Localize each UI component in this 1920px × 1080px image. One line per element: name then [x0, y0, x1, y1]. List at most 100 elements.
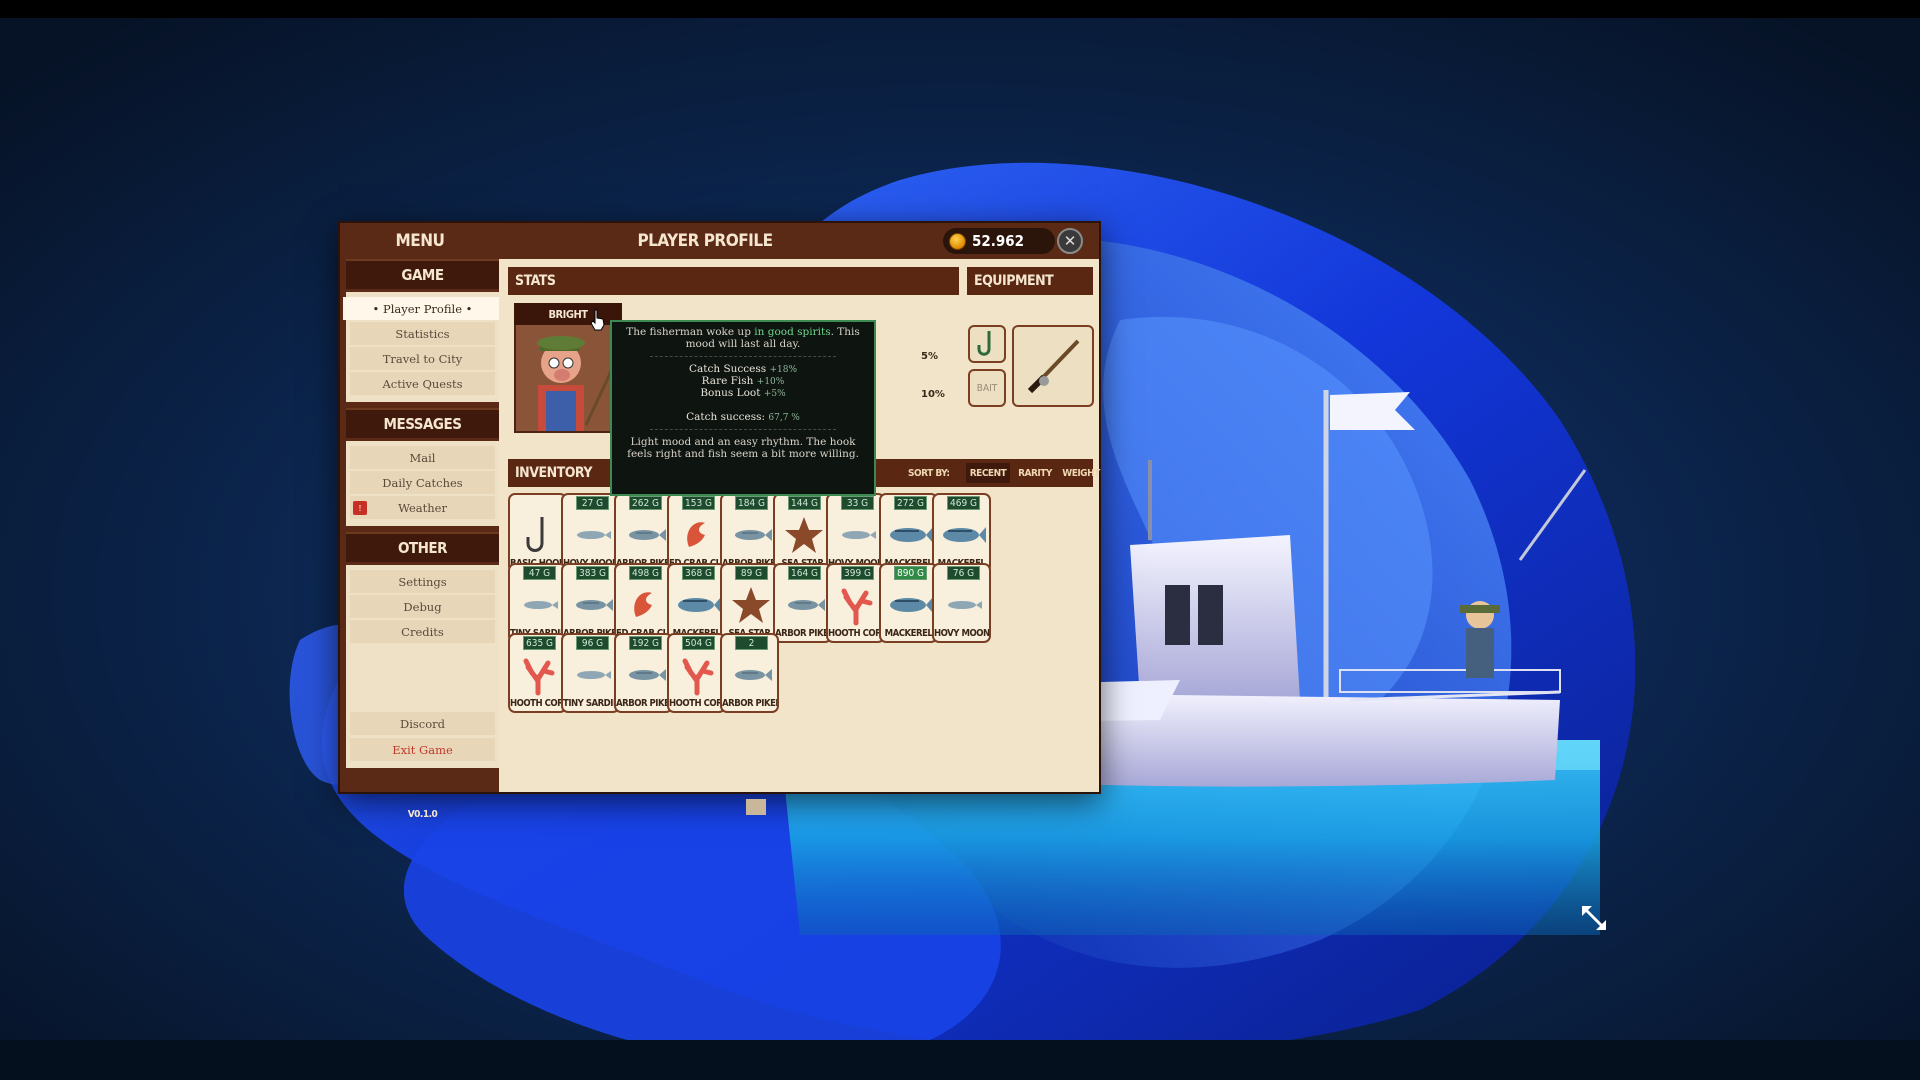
inventory-slot[interactable]: 890 G MACKEREL	[879, 563, 938, 643]
tooltip-effect-catch: Catch Success +18%	[688, 363, 798, 375]
coin-balance: 52.962	[943, 228, 1055, 254]
inventory-slot[interactable]: 153 GED CRAB CLAW	[667, 493, 726, 573]
coin-value: 52.962	[972, 232, 1025, 250]
item-weight-badge: 272 G	[894, 496, 927, 510]
item-weight-badge: 144 G	[788, 496, 821, 510]
inventory-slot[interactable]: 164 G ARBOR PIKELE	[773, 563, 832, 643]
item-weight-badge: 2	[735, 636, 768, 650]
inventory-slot[interactable]: 89 GSEA STAR	[720, 563, 779, 643]
inventory-slot[interactable]: 184 GARBOR PIKELE	[720, 493, 779, 573]
inventory-slot[interactable]: 47 GTINY SARDINE	[508, 563, 567, 643]
game-window: MENU PLAYER PROFILE 52.962 ✕ GAME • Play…	[338, 221, 1103, 820]
tooltip-description: The fisherman woke up in good spirits. T…	[620, 326, 866, 350]
item-weight-badge: 498 G	[629, 566, 662, 580]
section-other-header: OTHER	[346, 532, 499, 562]
inventory-slot[interactable]: 498 GED CRAB CLAW	[614, 563, 673, 643]
notification-badge: !	[353, 501, 367, 515]
close-icon: ✕	[1063, 232, 1077, 250]
item-weight-badge: 890 G	[894, 566, 927, 580]
tooltip-catch-success: Catch success: 67,7 %	[686, 411, 800, 423]
inventory-slot[interactable]: 192 G ARBOR PIKELE	[614, 633, 673, 713]
item-weight-badge: 192 G	[629, 636, 662, 650]
sidebar: GAME • Player Profile • Statistics Trave…	[343, 259, 502, 820]
sort-recent-button[interactable]: RECENT	[966, 463, 1010, 483]
tooltip-effect-bonus: Bonus Loot +5%	[700, 387, 786, 399]
inventory-slot[interactable]: 272 GMACKEREL	[879, 493, 938, 573]
item-weight-badge: 153 G	[682, 496, 715, 510]
sidebar-item-statistics[interactable]: Statistics	[350, 322, 495, 345]
inventory-slot[interactable]: 368 GMACKEREL	[667, 563, 726, 643]
item-weight-badge: 76 G	[947, 566, 980, 580]
page-prev-button[interactable]	[746, 799, 766, 815]
item-weight-badge: 635 G	[523, 636, 556, 650]
item-name: HOOTH CORAL O	[669, 698, 724, 709]
inventory-slot[interactable]: 469 GMACKEREL	[932, 493, 991, 573]
sort-rarity-button[interactable]: RARITY	[1013, 463, 1057, 483]
close-button[interactable]: ✕	[1057, 228, 1083, 254]
exit-game-button[interactable]: Exit Game	[350, 738, 495, 761]
item-name: ARBOR PIKELE	[722, 698, 777, 709]
inventory-title: INVENTORY	[515, 465, 592, 481]
resize-icon[interactable]	[1578, 902, 1610, 934]
sidebar-item-credits[interactable]: Credits	[350, 620, 495, 643]
stat-percent-1: 5%	[921, 351, 938, 362]
hook-slot[interactable]	[968, 325, 1006, 363]
tooltip-highlight: in good spirits	[754, 326, 831, 338]
inventory-slot[interactable]: 96 G TINY SARDINE	[561, 633, 620, 713]
item-weight-badge: 164 G	[788, 566, 821, 580]
section-messages: Mail Daily Catches ! Weather	[346, 441, 499, 526]
item-weight-badge: 27 G	[576, 496, 609, 510]
hand-cursor-icon	[590, 309, 605, 331]
sidebar-item-label: Weather	[398, 500, 447, 515]
sidebar-item-debug[interactable]: Debug	[350, 595, 495, 618]
sidebar-item-travel-to-city[interactable]: Travel to City	[350, 347, 495, 370]
section-messages-header: MESSAGES	[346, 408, 499, 438]
inventory-slot[interactable]: 399 G HOOTH CORAL O	[826, 563, 885, 643]
sidebar-item-active-quests[interactable]: Active Quests	[350, 372, 495, 395]
section-game-header: GAME	[346, 259, 499, 289]
equipment-header: EQUIPMENT	[967, 267, 1093, 295]
sort-weight-button[interactable]: WEIGHT	[1059, 463, 1103, 483]
item-weight-badge: 47 G	[523, 566, 556, 580]
hook-icon	[977, 331, 991, 356]
item-name: ARBOR PIKELE	[775, 628, 830, 639]
tooltip-flavor: Light mood and an easy rhythm. The hook …	[627, 436, 859, 460]
bait-slot[interactable]: BAIT	[968, 369, 1006, 407]
mood-tooltip: The fisherman woke up in good spirits. T…	[610, 320, 876, 496]
inventory-slot[interactable]: 144 GSEA STAR	[773, 493, 832, 573]
bait-label: BAIT	[976, 382, 998, 394]
sidebar-item-mail[interactable]: Mail	[350, 446, 495, 469]
section-game: • Player Profile • Statistics Travel to …	[343, 292, 502, 402]
item-name: TINY SARDINE	[563, 698, 618, 709]
sort-by-label: SORT BY:	[908, 467, 950, 479]
coin-icon	[949, 232, 966, 250]
sidebar-item-daily-catches[interactable]: Daily Catches	[350, 471, 495, 494]
item-weight-badge: 96 G	[576, 636, 609, 650]
item-weight-badge: 33 G	[841, 496, 874, 510]
item-name: MACKEREL	[884, 628, 933, 639]
section-other: Settings Debug Credits Discord Exit Game	[346, 565, 499, 768]
item-name: ARBOR PIKELE	[616, 698, 671, 709]
inventory-slot[interactable]: 2 ARBOR PIKELE	[720, 633, 779, 713]
item-name: HOOTH CORAL O	[510, 698, 565, 709]
stats-header: STATS	[508, 267, 959, 295]
item-name: HOOTH CORAL O	[828, 628, 883, 639]
sidebar-item-weather[interactable]: ! Weather	[350, 496, 495, 519]
inventory-slot[interactable]: 27 GHOVY MOONLI	[561, 493, 620, 573]
inventory-slot[interactable]: 33 GHOVY MOONLI	[826, 493, 885, 573]
sidebar-item-discord[interactable]: Discord	[350, 712, 495, 735]
fishing-rod-icon	[1027, 339, 1080, 394]
inventory-slot[interactable]: 635 G HOOTH CORAL O	[508, 633, 567, 713]
sidebar-item-settings[interactable]: Settings	[350, 570, 495, 593]
sidebar-item-player-profile[interactable]: • Player Profile •	[343, 297, 502, 320]
rod-slot[interactable]	[1012, 325, 1094, 407]
item-weight-badge: 504 G	[682, 636, 715, 650]
tooltip-effect-rare: Rare Fish +10%	[701, 375, 785, 387]
item-name: HOVY MOONLI	[934, 628, 989, 639]
inventory-slot[interactable]: 76 G HOVY MOONLI	[932, 563, 991, 643]
inventory-slot[interactable]: 262 GARBOR PIKELE	[614, 493, 673, 573]
menu-title: MENU	[395, 231, 445, 251]
inventory-slot[interactable]: 383 GARBOR PIKELE	[561, 563, 620, 643]
inventory-slot[interactable]: BASIC HOOK	[508, 493, 567, 573]
inventory-slot[interactable]: 504 G HOOTH CORAL O	[667, 633, 726, 713]
